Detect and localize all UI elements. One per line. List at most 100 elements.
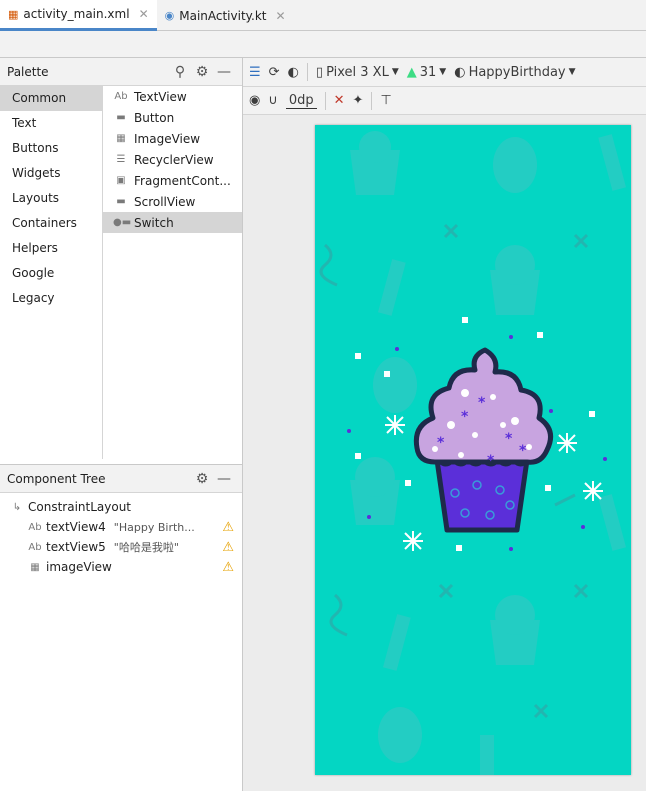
chevron-down-icon: ▼ [568,67,576,77]
palette-item-button[interactable]: ▬ Button [103,107,242,128]
component-tree-panel: Component Tree ⚙ — ↳ ConstraintLayout Ab… [0,464,242,791]
palette-item-label: FragmentCont... [134,173,231,188]
chevron-down-icon: ▼ [391,67,399,77]
warning-icon[interactable]: ⚠ [222,560,234,575]
textview-icon: Ab [28,541,42,553]
clear-constraints-icon[interactable]: ✕ [334,93,345,108]
tree-row[interactable]: Ab textView5 "哈哈是我啦" ⚠ [0,537,242,557]
palette-item-label: ImageView [134,131,201,146]
kotlin-file-icon: ◉ [164,9,175,22]
svg-text:*: * [461,409,469,425]
xml-file-icon: ▦ [8,7,19,21]
svg-text:*: * [478,395,486,411]
imageview-icon: ▦ [116,133,126,144]
tab-activity-main-xml[interactable]: ▦ activity_main.xml ✕ [0,0,157,31]
api-dropdown[interactable]: ▲ 31 ▼ [407,65,446,80]
svg-text:*: * [505,431,513,447]
gear-icon[interactable]: ⚙ [191,471,213,487]
magnet-icon[interactable]: ∪ [268,93,278,108]
theme-label: HappyBirthday [468,64,566,80]
tree-row[interactable]: Ab textView4 "Happy Birth... ⚠ [0,517,242,537]
tree-node-name: textView5 [46,540,106,554]
switch-icon: ●▬ [113,217,132,228]
warning-icon[interactable]: ⚠ [222,520,234,535]
tab-label: activity_main.xml [23,7,130,21]
design-canvas: * * * * * * [243,115,646,791]
toolbar-divider [324,91,326,110]
component-tree-header: Component Tree ⚙ — [0,465,242,493]
palette-item-label: TextView [134,89,187,104]
palette-item-label: Switch [134,215,174,230]
night-mode-icon[interactable]: ◐ [288,65,299,80]
imageview-icon: ▦ [30,561,40,573]
category-legacy[interactable]: Legacy [0,286,102,311]
tab-label: MainActivity.kt [179,8,267,23]
guidelines-icon[interactable]: ⊤ [380,93,391,108]
orientation-icon[interactable]: ⟳ [269,65,280,80]
minimize-icon[interactable]: — [213,64,235,80]
constraintlayout-icon: ↳ [12,501,22,513]
category-common[interactable]: Common [0,86,102,111]
theme-dropdown[interactable]: ◐ HappyBirthday ▼ [454,65,575,80]
android-icon: ▲ [406,64,417,80]
minimize-icon[interactable]: — [213,471,235,487]
chevron-down-icon: ▼ [439,67,447,77]
recyclerview-icon: ☰ [116,154,126,165]
constraint-toolbar: ◉ ∪ 0dp ✕ ✦ ⊤ [243,87,646,115]
gear-icon[interactable]: ⚙ [191,64,213,80]
category-text[interactable]: Text [0,111,102,136]
close-icon[interactable]: ✕ [276,9,286,23]
category-google[interactable]: Google [0,261,102,286]
left-panel: Palette ⚲ ⚙ — Common Text Buttons Widget… [0,58,243,791]
device-dropdown[interactable]: ▯ Pixel 3 XL ▼ [316,65,399,80]
palette-item-recyclerview[interactable]: ☰ RecyclerView [103,149,242,170]
tree-node-name: imageView [46,560,112,574]
svg-text:*: * [437,435,445,451]
close-icon[interactable]: ✕ [139,7,149,21]
tab-main-activity-kt[interactable]: ◉ MainActivity.kt ✕ [157,0,294,31]
button-icon: ▬ [116,112,126,123]
toolbar-divider [306,63,308,81]
svg-text:*: * [519,443,527,459]
design-toolbar: ☰ ⟳ ◐ ▯ Pixel 3 XL ▼ ▲ 31 ▼ ◐ HappyBirth… [243,58,646,87]
tree-node-value: "哈哈是我啦" [113,541,179,554]
infer-constraints-icon[interactable]: ✦ [353,93,364,108]
layers-icon[interactable]: ☰ [249,65,261,80]
palette-item-switch[interactable]: ●▬ Switch [103,212,242,233]
cupcake-image: * * * * * * [413,347,554,533]
editor-sub-bar [0,31,646,58]
palette-item-label: Button [134,110,175,125]
editor-tab-bar: ▦ activity_main.xml ✕ ◉ MainActivity.kt … [0,0,646,31]
tree-node-name: ConstraintLayout [28,500,132,514]
svg-text:*: * [487,453,495,469]
warning-icon[interactable]: ⚠ [222,540,234,555]
palette-item-label: RecyclerView [134,152,214,167]
category-layouts[interactable]: Layouts [0,186,102,211]
search-icon[interactable]: ⚲ [169,64,191,80]
palette-item-fragmentcontainer[interactable]: ▣ FragmentCont... [103,170,242,191]
palette-body: Common Text Buttons Widgets Layouts Cont… [0,86,242,459]
eye-icon[interactable]: ◉ [249,93,260,108]
palette-categories: Common Text Buttons Widgets Layouts Cont… [0,86,103,459]
category-containers[interactable]: Containers [0,211,102,236]
tree-node-name: textView4 [46,520,106,534]
palette-item-textview[interactable]: Ab TextView [103,86,242,107]
fragment-icon: ▣ [116,175,126,186]
category-widgets[interactable]: Widgets [0,161,102,186]
palette-item-label: ScrollView [134,194,196,209]
palette-item-scrollview[interactable]: ▬ ScrollView [103,191,242,212]
tree-row-root[interactable]: ↳ ConstraintLayout [0,497,242,517]
device-label: Pixel 3 XL [326,64,389,80]
palette-items: Ab TextView ▬ Button ▦ ImageView ☰ Recyc… [103,86,242,459]
category-buttons[interactable]: Buttons [0,136,102,161]
category-helpers[interactable]: Helpers [0,236,102,261]
palette-item-imageview[interactable]: ▦ ImageView [103,128,242,149]
textview-icon: Ab [28,521,42,533]
default-margin-field[interactable]: 0dp [285,93,317,109]
tree-node-value: "Happy Birth... [113,520,195,534]
toolbar-divider [371,91,373,110]
scrollview-icon: ▬ [116,196,126,207]
device-preview[interactable]: * * * * * * [315,125,631,775]
tree-row[interactable]: ▦ imageView ⚠ [0,557,242,577]
component-tree-title: Component Tree [7,471,106,486]
